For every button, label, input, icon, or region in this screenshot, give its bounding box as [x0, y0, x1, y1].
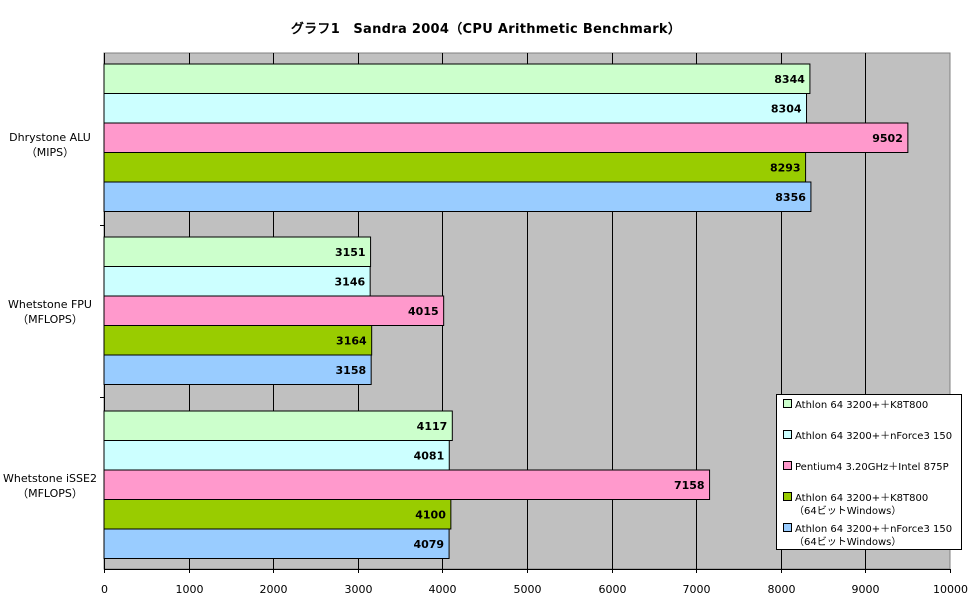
- bar: [103, 122, 909, 153]
- legend-label: Athlon 64 3200+＋nForce3 150: [795, 431, 953, 442]
- legend-swatch: [783, 523, 792, 532]
- bar: [103, 152, 807, 183]
- x-tick-label: 3000: [345, 583, 373, 596]
- chart-legend: Athlon 64 3200+＋K8T800 Athlon 64 3200+＋n…: [776, 394, 962, 550]
- bar-value-label: 8293: [770, 161, 801, 174]
- bar-value-label: 8356: [775, 191, 806, 204]
- bar: [103, 266, 371, 297]
- bar: [103, 410, 453, 441]
- bar: [103, 528, 450, 559]
- bar-value-label: 4081: [414, 449, 445, 462]
- bar-value-label: 3146: [335, 275, 366, 288]
- bar: [103, 93, 808, 124]
- bar: [103, 440, 450, 471]
- bar: [103, 236, 372, 267]
- x-tick-label: 5000: [514, 583, 542, 596]
- legend-swatch: [783, 492, 792, 501]
- bar: [103, 469, 711, 500]
- bar-value-label: 3151: [335, 246, 366, 259]
- x-tick-label: 7000: [683, 583, 711, 596]
- x-tick-label: 6000: [599, 583, 627, 596]
- bar-value-label: 8304: [771, 102, 802, 115]
- legend-sublabel: （64ビットWindows）: [794, 506, 902, 517]
- x-tick-label: 1000: [176, 583, 204, 596]
- bar: [103, 354, 372, 385]
- x-tick-label: 9000: [852, 583, 880, 596]
- category-label-whetstone-fpu: Whetstone FPU （MFLOPS）: [8, 298, 92, 326]
- legend-label: Athlon 64 3200+＋K8T800: [795, 400, 929, 411]
- bar: [103, 63, 811, 94]
- x-tick-label: 2000: [260, 583, 288, 596]
- category-label-dhrystone: Dhrystone ALU （MIPS）: [9, 131, 91, 159]
- x-tick-label: 0: [101, 583, 108, 596]
- bar-value-label: 4117: [417, 420, 448, 433]
- legend-swatch: [783, 461, 792, 470]
- bar-value-label: 3158: [336, 364, 367, 377]
- bar: [103, 295, 445, 326]
- legend-swatch: [783, 430, 792, 439]
- legend-item: Athlon 64 3200+＋K8T800 （64ビットWindows）: [783, 492, 928, 518]
- legend-item: Athlon 64 3200+＋nForce3 150 （64ビットWindow…: [783, 523, 952, 549]
- bar: [103, 499, 452, 530]
- legend-item: Athlon 64 3200+＋nForce3 150: [783, 430, 952, 443]
- bar-value-label: 9502: [872, 132, 903, 145]
- bar-value-label: 4015: [408, 305, 439, 318]
- x-tick-label: 8000: [768, 583, 796, 596]
- legend-label: Athlon 64 3200+＋nForce3 150: [795, 524, 953, 535]
- legend-label: Pentium4 3.20GHz＋Intel 875P: [795, 462, 949, 473]
- bar: [103, 181, 812, 212]
- bar-value-label: 4100: [415, 508, 446, 521]
- legend-item: Pentium4 3.20GHz＋Intel 875P: [783, 461, 949, 474]
- category-label-whetstone-isse2: Whetstone iSSE2 （MFLOPS）: [3, 472, 97, 500]
- bar-value-label: 4079: [413, 538, 444, 551]
- legend-item: Athlon 64 3200+＋K8T800: [783, 399, 928, 412]
- bar-value-label: 3164: [336, 334, 367, 347]
- bar: [103, 325, 373, 356]
- bar-value-label: 7158: [674, 479, 705, 492]
- legend-swatch: [783, 399, 792, 408]
- legend-label: Athlon 64 3200+＋K8T800: [795, 493, 929, 504]
- bar-value-label: 8344: [774, 73, 805, 86]
- x-tick-label: 10000: [933, 583, 968, 596]
- legend-sublabel: （64ビットWindows）: [794, 537, 902, 548]
- x-tick-label: 4000: [429, 583, 457, 596]
